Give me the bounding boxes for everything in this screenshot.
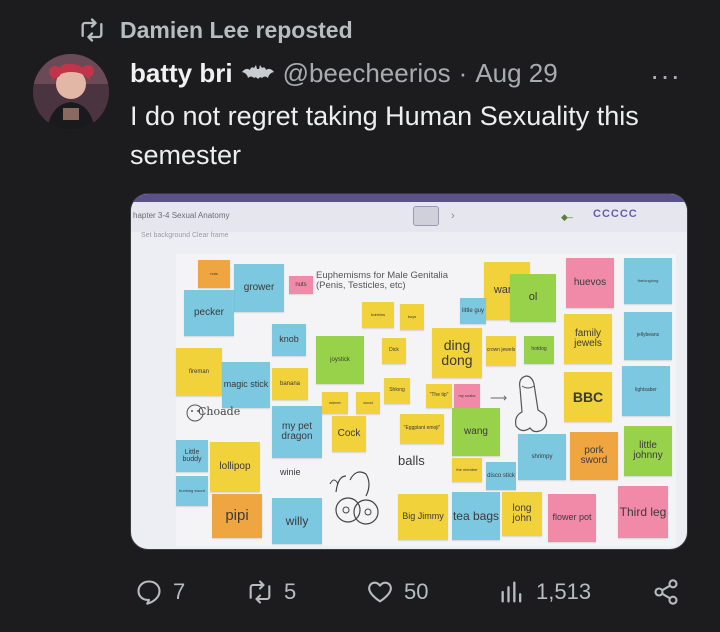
sticky-note: shrimpy [518,434,566,480]
note-text: winie [280,467,301,477]
sticky-note: bobbins [362,302,394,328]
sticky-note: ding dong [432,328,482,378]
views-button[interactable]: 1,513 [498,578,591,606]
tweet-text: I do not regret taking Human Sexuality t… [130,101,639,170]
heart-icon [368,581,392,603]
sticky-note: grower [234,264,284,312]
sticky-note: knob [272,324,306,356]
board-title: Euphemisms for Male Genitalia (Penis, Te… [316,270,448,291]
sticky-note: magic stick [222,362,270,408]
sticky-note: hotdog [524,336,554,364]
arrow: ⟶ [490,391,508,405]
sticky-note: "The tip" [426,384,452,408]
sticky-note: the member [452,458,482,482]
sticky-note: disco stick [486,462,516,490]
sticky-note: my pet dragon [272,406,322,458]
sticky-note: BBC [564,372,612,422]
sticky-note: long john [502,492,542,536]
sticky-note: fireman [176,348,222,396]
media-title: hapter 3-4 Sexual Anatomy [133,211,230,220]
sticky-note: trunking sword [176,476,208,506]
repost-count: 5 [284,579,297,604]
bar-chart-icon [501,581,522,603]
sticky-note: huevos [566,258,614,308]
sticky-note: ol [510,274,556,322]
media-topbar [131,194,687,202]
avatar-image [33,54,109,130]
sticky-note: Big Jimmy [398,494,448,540]
bat-icon [241,64,274,79]
repost-text[interactable]: Damien Lee reposted [120,17,353,44]
sticky-note: family jewels [564,314,612,364]
sticky-note: Dick [382,338,406,364]
sticky-note: tea bags [452,492,500,540]
sticky-note: nuts [289,276,313,294]
sticky-note: pork sword [570,432,618,480]
sticky-note: Cock [332,416,366,452]
sticky-note: my snake [454,384,480,408]
doodle-drawing [329,471,379,525]
slide-thumbnail [413,206,439,226]
media-toolbar: hapter 3-4 Sexual Anatomy › ◆– CCCCC [131,202,687,232]
sticky-note: joystick [316,336,364,384]
sticky-note: little guy [460,298,486,324]
sticky-note: pecker [184,290,234,336]
chevron-right-icon: › [451,210,455,222]
sticky-note: flower pot [548,494,596,542]
repost-indicator: Damien Lee reposted [78,16,353,44]
separator-dot: · [458,58,468,88]
share-button[interactable] [652,578,680,606]
like-button[interactable]: 50 [366,578,428,606]
tweet-actions: 7 5 50 1,513 [0,578,720,618]
sticky-note: Shlong [384,378,410,404]
doodle-drawing [186,404,204,422]
sticky-note: lightsaber [622,366,670,416]
reply-count: 7 [173,579,186,604]
sticky-note: wood [356,392,380,414]
sticky-note: wiener [322,392,348,414]
sticky-note: pipi [212,494,262,538]
reply-icon [137,580,161,605]
sticky-note: little johnny [624,426,672,476]
toolbar-controls: CCCCC [593,208,638,220]
sticky-note: wang [452,408,500,456]
sticky-note-board: Euphemisms for Male Genitalia (Penis, Te… [176,254,676,546]
share-icon [654,579,678,605]
sticky-note: lollipop [210,442,260,492]
sticky-note: Third leg [618,486,668,538]
doodle-drawing [515,375,548,433]
attached-photo[interactable]: hapter 3-4 Sexual Anatomy › ◆– CCCCC Set… [130,193,688,550]
toolbar-icon: ◆– [561,212,573,222]
sticky-note: willy [272,498,322,544]
repost-icon [81,18,103,42]
sticky-note: banana [272,368,308,400]
like-count: 50 [404,579,429,604]
sticky-note: Little buddy [176,440,208,472]
repost-button[interactable]: 5 [246,578,296,606]
tweet-header: batty bri @beecheerios · Aug 29 [130,58,558,89]
reply-button[interactable]: 7 [135,578,185,606]
sticky-note: crown jewels [486,336,516,366]
author-name[interactable]: batty bri [130,58,233,89]
sticky-note: boys [400,304,424,330]
media-subtoolbar: Set background Clear frame [141,232,229,239]
repost-icon [249,580,271,604]
note-text: balls [398,453,425,468]
author-handle[interactable]: @beecheerios [283,58,451,89]
post-date[interactable]: Aug 29 [475,58,557,89]
sticky-note: "Eggplant emoji" [400,414,444,444]
sticky-note: nuts [198,260,230,288]
view-count: 1,513 [536,579,592,604]
sticky-note: thelonglong [624,258,672,304]
sticky-note: jellybeans [624,312,672,360]
avatar[interactable] [33,54,109,130]
more-options-button[interactable]: ··· [650,60,681,92]
